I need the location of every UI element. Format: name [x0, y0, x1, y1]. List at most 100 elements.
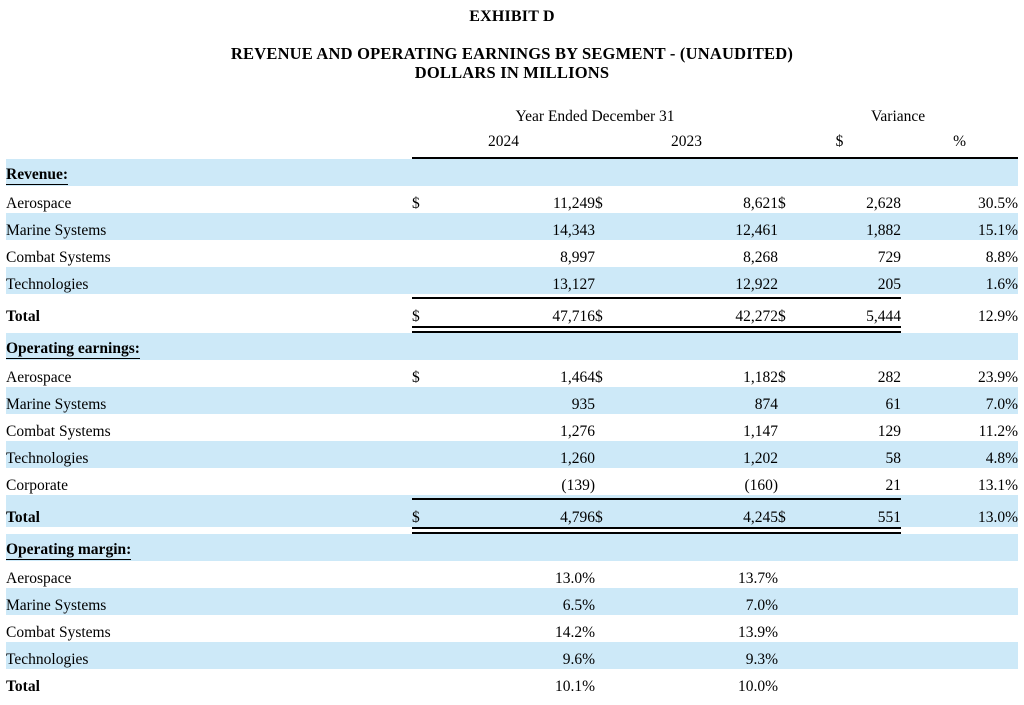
cell-curvar: [778, 669, 800, 696]
cell-pct: 11.2%: [901, 414, 1018, 441]
cell-variance: 129: [800, 414, 901, 441]
cell-cur23: [595, 441, 617, 468]
cell-v2024: 13,127: [434, 267, 595, 294]
header-period-group: Year Ended December 31: [412, 104, 778, 128]
header-spacer: [6, 104, 412, 128]
table-row: Combat Systems1,2761,14712911.2%: [6, 414, 1018, 441]
cell-curvar: [778, 387, 800, 414]
cell-v2024: 4,796: [434, 500, 595, 527]
cell-cur24: $: [412, 360, 434, 387]
cell-pct: [901, 588, 1018, 615]
rule-num2: [595, 326, 778, 333]
cell-cur23: [595, 561, 617, 588]
cell-cur24: [412, 468, 434, 495]
cell-curvar: [778, 615, 800, 642]
cell-cur23: $: [595, 299, 617, 326]
cell-v2023: 1,182: [617, 360, 778, 387]
cell-cur24: [412, 615, 434, 642]
table-row: Technologies13,12712,9222051.6%: [6, 267, 1018, 294]
cell-curvar: $: [778, 299, 800, 326]
cell-cur24: [412, 561, 434, 588]
cell-v2023: 12,461: [617, 213, 778, 240]
row-label: Combat Systems: [6, 240, 412, 267]
row-label: Combat Systems: [6, 414, 412, 441]
table-row: Marine Systems935874617.0%: [6, 387, 1018, 414]
cell-curvar: [778, 240, 800, 267]
row-label-total: Total: [6, 299, 412, 326]
header-col-2024: 2024: [412, 128, 595, 154]
cell-cur23: $: [595, 500, 617, 527]
cell-variance: 205: [800, 267, 901, 294]
cell-curvar: $: [778, 186, 800, 213]
cell-cur24: [412, 441, 434, 468]
cell-variance: [800, 588, 901, 615]
cell-v2023: 8,621: [617, 186, 778, 213]
header-col-2023: 2023: [595, 128, 778, 154]
table-row: Combat Systems14.2%13.9%: [6, 615, 1018, 642]
row-label: Technologies: [6, 642, 412, 669]
section-heading: Operating margin:: [6, 534, 1018, 561]
cell-cur24: $: [412, 186, 434, 213]
rule-pct-empty: [901, 326, 1018, 333]
row-label: Corporate: [6, 468, 412, 495]
cell-variance: 282: [800, 360, 901, 387]
cell-cur24: [412, 414, 434, 441]
table-row: Marine Systems14,34312,4611,88215.1%: [6, 213, 1018, 240]
cell-cur24: [412, 669, 434, 696]
cell-curvar: [778, 588, 800, 615]
section-heading-row: Operating margin:: [6, 534, 1018, 561]
cell-variance: [800, 642, 901, 669]
total-rule-below: [6, 326, 1018, 333]
rule-pct-empty: [901, 527, 1018, 534]
cell-cur23: [595, 669, 617, 696]
cell-curvar: [778, 468, 800, 495]
section-heading-text: Operating margin:: [6, 541, 131, 560]
table-row: Marine Systems6.5%7.0%: [6, 588, 1018, 615]
cell-v2023: 9.3%: [617, 642, 778, 669]
section-heading-row: Operating earnings:: [6, 333, 1018, 360]
section-heading: Revenue:: [6, 159, 1018, 186]
cell-variance: 5,444: [800, 299, 901, 326]
cell-v2024: 11,249: [434, 186, 595, 213]
rule-num3: [778, 326, 901, 333]
cell-variance: [800, 561, 901, 588]
row-label: Marine Systems: [6, 588, 412, 615]
row-label: Technologies: [6, 267, 412, 294]
cell-curvar: [778, 267, 800, 294]
section-heading: Operating earnings:: [6, 333, 1018, 360]
cell-cur23: [595, 588, 617, 615]
table-row: Aerospace13.0%13.7%: [6, 561, 1018, 588]
cell-variance: [800, 669, 901, 696]
document-titles: EXHIBIT D REVENUE AND OPERATING EARNINGS…: [0, 0, 1024, 82]
table-row: Total$47,716$42,272$5,44412.9%: [6, 299, 1018, 326]
cell-v2023: 4,245: [617, 500, 778, 527]
cell-v2024: 1,464: [434, 360, 595, 387]
exhibit-label: EXHIBIT D: [0, 7, 1024, 26]
cell-v2024: 9.6%: [434, 642, 595, 669]
document-title: REVENUE AND OPERATING EARNINGS BY SEGMEN…: [0, 44, 1024, 63]
section-heading-text: Revenue:: [6, 166, 68, 185]
cell-variance: 729: [800, 240, 901, 267]
cell-v2024: 47,716: [434, 299, 595, 326]
cell-v2024: 13.0%: [434, 561, 595, 588]
cell-pct: 13.0%: [901, 500, 1018, 527]
cell-curvar: $: [778, 500, 800, 527]
cell-pct: [901, 561, 1018, 588]
cell-variance: 2,628: [800, 186, 901, 213]
cell-v2024: 1,260: [434, 441, 595, 468]
cell-pct: 12.9%: [901, 299, 1018, 326]
cell-v2024: 6.5%: [434, 588, 595, 615]
table-row: Aerospace$1,464$1,182$28223.9%: [6, 360, 1018, 387]
cell-cur24: [412, 588, 434, 615]
cell-cur23: [595, 642, 617, 669]
cell-cur23: $: [595, 360, 617, 387]
table-row: Technologies1,2601,202584.8%: [6, 441, 1018, 468]
header-group-row: Year Ended December 31 Variance: [6, 104, 1018, 128]
cell-v2023: 1,202: [617, 441, 778, 468]
cell-pct: 7.0%: [901, 387, 1018, 414]
cell-variance: [800, 615, 901, 642]
cell-curvar: $: [778, 360, 800, 387]
cell-cur23: [595, 468, 617, 495]
row-label-total: Total: [6, 500, 412, 527]
cell-v2023: 8,268: [617, 240, 778, 267]
